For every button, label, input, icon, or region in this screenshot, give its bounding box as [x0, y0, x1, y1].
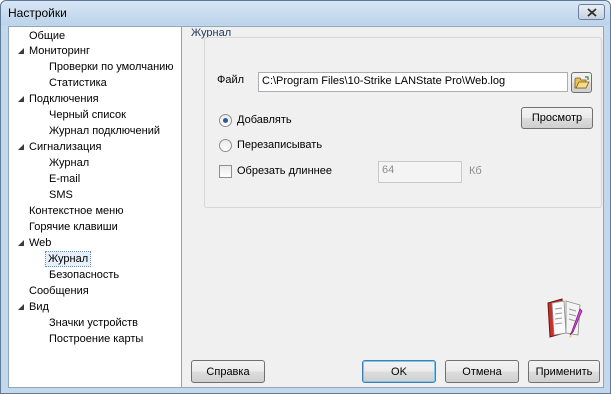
expanded-arrow-icon[interactable] [17, 47, 25, 55]
book-icon [547, 298, 583, 338]
file-path-field[interactable]: C:\Program Files\10-Strike LANState Pro\… [258, 72, 568, 92]
append-label[interactable]: Добавлять [237, 114, 292, 126]
close-button[interactable] [578, 4, 605, 20]
expanded-arrow-icon[interactable] [17, 143, 25, 151]
settings-window: Настройки Общие Мониторинг Проверки по у… [0, 0, 611, 394]
tree-item-hotkeys[interactable]: Горячие клавиши [27, 219, 120, 235]
window-title: Настройки [8, 6, 67, 20]
browse-file-button[interactable] [571, 72, 592, 93]
truncate-size-field[interactable]: 64 [378, 161, 462, 183]
truncate-label[interactable]: Обрезать длиннее [237, 165, 332, 177]
tree-item-map-building[interactable]: Построение карты [47, 331, 145, 347]
tree-item-view[interactable]: Вид [27, 299, 51, 315]
tree-item-alerts[interactable]: Сигнализация [27, 139, 103, 155]
view-log-button[interactable]: Просмотр [521, 107, 593, 129]
tree-item-sms[interactable]: SMS [47, 187, 75, 203]
tree-item-blacklist[interactable]: Черный список [47, 107, 128, 123]
truncate-checkbox[interactable] [219, 165, 232, 178]
tree-item-web-log[interactable]: Журнал [45, 251, 92, 267]
close-icon [586, 7, 597, 17]
apply-button[interactable]: Применить [528, 360, 600, 383]
tree-item-statistics[interactable]: Статистика [47, 75, 109, 91]
ok-button[interactable]: OK [362, 360, 436, 383]
help-button[interactable]: Справка [191, 360, 265, 383]
cancel-button[interactable]: Отмена [445, 360, 519, 383]
tree-item-connection-log[interactable]: Журнал подключений [47, 123, 162, 139]
tree-item-device-icons[interactable]: Значки устройств [47, 315, 140, 331]
tree-item-messages[interactable]: Сообщения [27, 283, 91, 299]
settings-tree[interactable]: Общие Мониторинг Проверки по умолчанию С… [9, 27, 182, 387]
tree-item-security[interactable]: Безопасность [47, 267, 121, 283]
tree-item-email[interactable]: E-mail [47, 171, 82, 187]
overwrite-label[interactable]: Перезаписывать [237, 139, 322, 151]
open-folder-icon [574, 75, 590, 88]
log-settings-group: Файл C:\Program Files\10-Strike LANState… [204, 37, 602, 208]
dialog-client: Общие Мониторинг Проверки по умолчанию С… [8, 26, 604, 388]
expanded-arrow-icon[interactable] [17, 95, 25, 103]
tree-item-alerts-log[interactable]: Журнал [47, 155, 91, 171]
expanded-arrow-icon[interactable] [17, 303, 25, 311]
tree-item-context-menu[interactable]: Контекстное меню [27, 203, 125, 219]
overwrite-radio[interactable] [219, 139, 232, 152]
tree-item-default-checks[interactable]: Проверки по умолчанию [47, 59, 176, 75]
tree-item-general[interactable]: Общие [27, 28, 67, 44]
file-label: Файл [217, 74, 245, 86]
truncate-unit-label: Кб [469, 165, 482, 177]
append-radio[interactable] [219, 114, 232, 127]
title-bar[interactable]: Настройки [1, 1, 610, 25]
tree-item-web[interactable]: Web [27, 235, 53, 251]
expanded-arrow-icon[interactable] [17, 239, 25, 247]
tree-item-monitoring[interactable]: Мониторинг [27, 43, 92, 59]
tree-item-connections[interactable]: Подключения [27, 91, 101, 107]
